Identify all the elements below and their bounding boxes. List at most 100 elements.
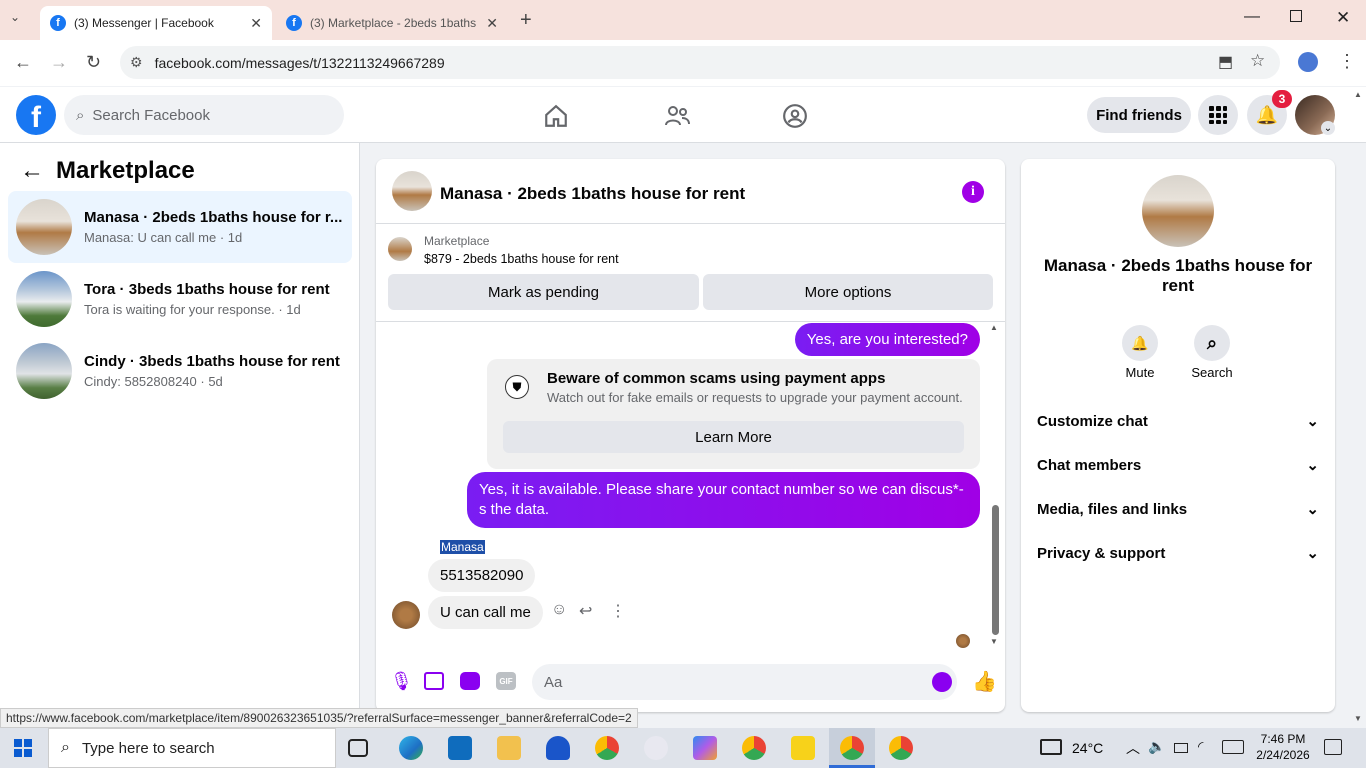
incoming-message[interactable]: U can call me [428, 596, 543, 629]
scroll-down-icon[interactable]: ▼ [990, 637, 998, 646]
listing-thumbnail [388, 237, 412, 261]
mark-as-pending-button[interactable]: Mark as pending [388, 274, 699, 310]
conversation-item[interactable]: Tora · 3beds 1baths house for rent Tora … [8, 263, 352, 335]
chrome-profile-icon[interactable] [742, 736, 766, 760]
conversation-item[interactable]: Manasa · 2beds 1baths house for r... Man… [8, 191, 352, 263]
maximize-icon[interactable] [1290, 10, 1302, 22]
close-tab-icon[interactable]: ✕ [486, 15, 498, 32]
banner-label: Marketplace [424, 234, 490, 248]
close-window-icon[interactable]: ✕ [1336, 8, 1350, 28]
learn-more-button[interactable]: Learn More [503, 421, 964, 453]
copilot-icon[interactable] [693, 736, 717, 760]
home-icon[interactable] [543, 103, 569, 129]
file-explorer-icon[interactable] [497, 736, 521, 760]
chat-panel: Manasa · 2beds 1baths house for rent i M… [376, 159, 1005, 712]
install-app-icon[interactable]: ⬒ [1218, 52, 1233, 72]
read-receipt-avatar [956, 634, 970, 648]
chrome-icon[interactable] [595, 736, 619, 760]
scrollbar-thumb[interactable] [992, 505, 999, 635]
sticker-icon[interactable] [460, 672, 480, 690]
photo-icon[interactable] [424, 672, 444, 690]
groups-icon[interactable] [782, 103, 808, 129]
new-tab-icon[interactable]: + [520, 9, 532, 32]
battery-icon[interactable] [1174, 743, 1188, 753]
incoming-message[interactable]: 5513582090 [428, 559, 536, 592]
url-text: facebook.com/messages/t/1322113249667289 [154, 54, 445, 71]
edge-icon[interactable] [399, 736, 423, 760]
outgoing-message[interactable]: Yes, it is available. Please share your … [467, 472, 980, 528]
apps-grid-icon [1209, 106, 1227, 124]
message-input[interactable]: Aa [532, 664, 957, 700]
chevron-down-icon: ⌄ [1306, 413, 1319, 430]
address-bar[interactable]: ⚙ facebook.com/messages/t/13221132496672… [120, 46, 1280, 79]
chat-avatar[interactable] [392, 171, 432, 211]
chat-members-section[interactable]: Chat members ⌄ [1037, 447, 1319, 483]
weather-icon[interactable] [1040, 739, 1062, 755]
page-scroll-down-icon[interactable]: ▼ [1354, 714, 1362, 723]
tab-marketplace[interactable]: f (3) Marketplace - 2beds 1baths ✕ [276, 6, 508, 40]
friends-icon[interactable] [663, 103, 691, 129]
minimize-icon[interactable]: — [1244, 8, 1260, 26]
info-icon[interactable]: i [962, 181, 984, 203]
chevron-up-icon[interactable]: ︿ [1126, 738, 1140, 758]
chrome-icon[interactable] [889, 736, 913, 760]
link-preview-status: https://www.facebook.com/marketplace/ite… [0, 708, 638, 728]
bookmark-star-icon[interactable]: ☆ [1250, 51, 1265, 71]
listing-avatar[interactable] [1142, 175, 1214, 247]
media-files-section[interactable]: Media, files and links ⌄ [1037, 491, 1319, 527]
sticky-notes-icon[interactable] [791, 736, 815, 760]
notifications-center-icon[interactable] [1324, 739, 1342, 755]
site-info-icon[interactable]: ⚙ [130, 54, 143, 71]
keyboard-icon[interactable] [1222, 740, 1244, 754]
windows-start-icon[interactable] [14, 739, 32, 757]
listing-thumbnail [16, 271, 72, 327]
chrome-active-taskbar-item[interactable] [829, 728, 875, 768]
more-options-button[interactable]: More options [703, 274, 993, 310]
more-actions-icon[interactable]: ⋮ [610, 601, 626, 621]
find-friends-button[interactable]: Find friends [1087, 97, 1191, 133]
emoji-icon[interactable] [932, 672, 952, 692]
weather-text[interactable]: 24°C [1072, 740, 1103, 756]
back-arrow-icon[interactable]: ← [20, 157, 44, 185]
outlook-icon[interactable] [448, 736, 472, 760]
forward-icon[interactable]: → [50, 52, 68, 73]
browser-menu-icon[interactable]: ⋮ [1338, 51, 1356, 72]
chat-title[interactable]: Manasa · 2beds 1baths house for rent [440, 184, 745, 204]
clock[interactable]: 7:46 PM 2/24/2026 [1250, 731, 1316, 763]
banner-listing-link[interactable]: $879 - 2beds 1baths house for rent [424, 252, 619, 266]
search-input[interactable]: ⌕ Search Facebook [64, 95, 344, 135]
close-tab-icon[interactable]: ✕ [250, 15, 262, 32]
gif-icon[interactable]: GIF [496, 672, 516, 690]
reload-icon[interactable]: ↻ [86, 52, 101, 73]
microphone-icon[interactable]: 🎙 [390, 671, 413, 692]
paint-icon[interactable] [644, 736, 668, 760]
speaker-icon[interactable]: 🔈 [1148, 738, 1165, 755]
outgoing-message[interactable]: Yes, are you interested? [794, 323, 980, 356]
mute-button[interactable]: 🔔 [1122, 325, 1158, 361]
page-scroll-up-icon[interactable]: ▲ [1354, 90, 1362, 99]
privacy-support-section[interactable]: Privacy & support ⌄ [1037, 535, 1319, 571]
profile-icon[interactable] [1298, 52, 1318, 72]
taskbar-search-input[interactable]: ⌕ Type here to search [48, 728, 336, 768]
search-in-chat-button[interactable]: ⌕ [1194, 325, 1230, 361]
mark-pending-label: Mark as pending [488, 283, 599, 301]
app-icon[interactable] [546, 736, 570, 760]
wifi-icon[interactable]: ◜ [1198, 738, 1203, 755]
conversation-item[interactable]: Cindy · 3beds 1baths house for rent Cind… [8, 335, 352, 407]
menu-button[interactable] [1198, 95, 1238, 135]
divider [376, 223, 1005, 224]
page-title: Marketplace [56, 157, 195, 184]
learn-more-label: Learn More [695, 428, 772, 446]
facebook-logo-icon[interactable]: f [16, 95, 56, 135]
react-icon[interactable]: ☺ [551, 601, 567, 619]
task-view-icon[interactable] [348, 739, 368, 757]
customize-chat-section[interactable]: Customize chat ⌄ [1037, 403, 1319, 439]
tab-list-icon[interactable]: ⌄ [10, 10, 30, 30]
back-icon[interactable]: ← [14, 52, 32, 73]
section-label: Privacy & support [1037, 544, 1166, 562]
message-scrollbar[interactable]: ▲ ▼ [990, 323, 1000, 649]
tab-messenger[interactable]: f (3) Messenger | Facebook ✕ [40, 6, 272, 40]
thumbs-up-icon[interactable]: 👍 [972, 669, 997, 694]
scroll-up-icon[interactable]: ▲ [990, 323, 998, 332]
reply-icon[interactable]: ↩ [579, 601, 592, 621]
